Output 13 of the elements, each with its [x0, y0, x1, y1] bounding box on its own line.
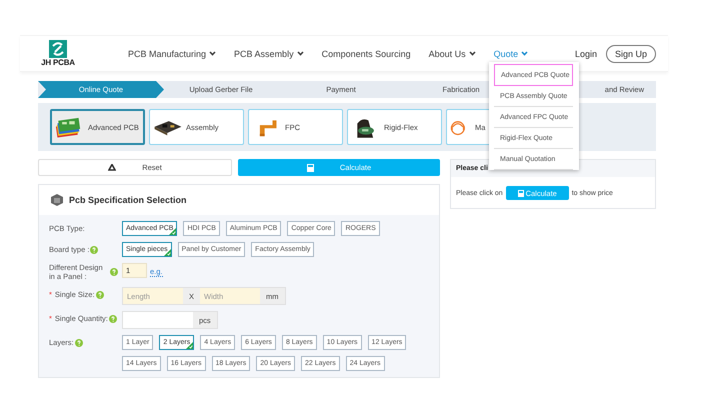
chip-icon: [51, 194, 63, 206]
nav-link[interactable]: About Us: [428, 48, 476, 58]
calculator-icon: [306, 164, 314, 172]
logo-text: JH PCBA: [41, 58, 75, 67]
section-title: Pcb Specification Selection: [69, 195, 187, 205]
logo-icon: [49, 40, 67, 58]
nav-link[interactable]: Quote: [494, 48, 528, 58]
login-link[interactable]: Login: [574, 48, 597, 58]
nav-link[interactable]: PCB Manufacturing: [128, 48, 216, 58]
nav-link[interactable]: Components Sourcing: [322, 48, 411, 58]
sign-up-button[interactable]: Sign Up: [606, 44, 656, 62]
nav-link[interactable]: PCB Assembly: [234, 48, 304, 58]
calculator-icon: [518, 190, 524, 196]
